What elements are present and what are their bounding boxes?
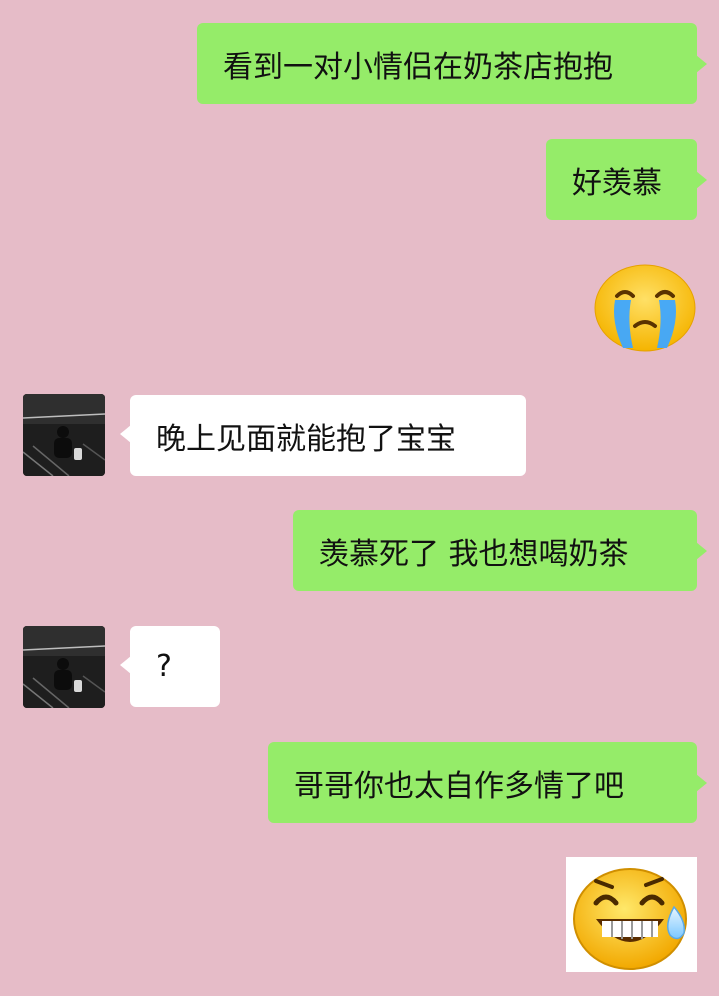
message-text: 羡慕死了 我也想喝奶茶 [319,536,629,572]
outgoing-message-bubble[interactable]: 好羡慕 [546,139,707,220]
message-text: 晚上见面就能抱了宝宝 [156,421,456,457]
outgoing-message-bubble[interactable]: 哥哥你也太自作多情了吧 [268,742,707,823]
outgoing-message-bubble[interactable]: 看到一对小情侣在奶茶店抱抱 [197,23,707,104]
message-text: ? [156,649,172,684]
contact-avatar[interactable] [23,626,105,708]
crying-face-sticker[interactable] [593,262,697,352]
incoming-message-bubble[interactable]: 晚上见面就能抱了宝宝 [120,395,526,476]
message-text: 哥哥你也太自作多情了吧 [294,768,624,804]
incoming-message-bubble[interactable]: ? [120,626,220,707]
laughing-sweat-face-sticker[interactable] [566,857,697,972]
contact-avatar[interactable] [23,394,105,476]
outgoing-message-bubble[interactable]: 羡慕死了 我也想喝奶茶 [293,510,707,591]
message-text: 好羡慕 [572,165,662,201]
message-text: 看到一对小情侣在奶茶店抱抱 [223,49,613,85]
